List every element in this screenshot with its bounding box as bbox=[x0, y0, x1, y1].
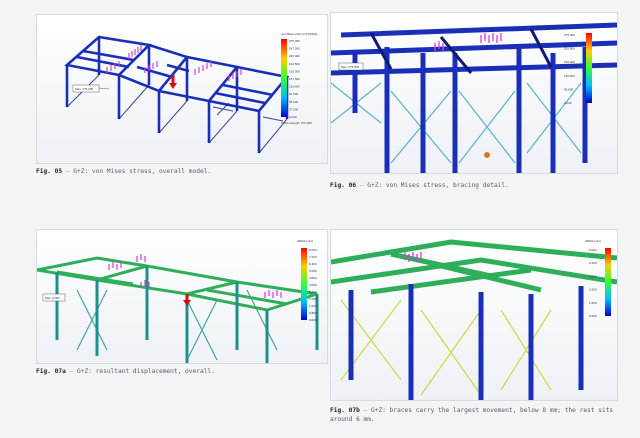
caption-text: G+Z: von Mises stress, bracing detail. bbox=[367, 182, 509, 189]
legend-tick-label: 6.400 bbox=[589, 261, 597, 265]
legend-tick-label: 3.200 bbox=[309, 290, 317, 294]
legend-tick-label: 0.000 bbox=[589, 314, 597, 318]
legend-tick-label: 4.800 bbox=[589, 274, 597, 278]
legend-tick-label: 55.000 bbox=[289, 100, 299, 104]
legend-tick-label: 110.000 bbox=[564, 74, 575, 78]
svg-text:Max: 275.000: Max: 275.000 bbox=[341, 65, 360, 69]
legend-tick-label: 165.000 bbox=[289, 69, 300, 73]
legend-tick-label: 55.000 bbox=[564, 87, 574, 91]
figure-05-image: Max: 275.000 von Mises (N/mm^2 (MPa)) 27… bbox=[36, 14, 328, 164]
svg-text:von Mises (N/mm^2 (MPa)): von Mises (N/mm^2 (MPa)) bbox=[531, 24, 567, 28]
probe-label: Max: 8.000 bbox=[42, 293, 66, 302]
legend-tick-label: 0.800 bbox=[309, 311, 317, 315]
figure-number: Fig. 06 bbox=[330, 182, 357, 189]
legend-tick-label: 7.200 bbox=[309, 255, 317, 259]
svg-text:Max: 275.000: Max: 275.000 bbox=[75, 87, 94, 91]
legend-tick-label: 4.000 bbox=[309, 283, 317, 287]
legend-tick-label: 5.600 bbox=[309, 269, 317, 273]
stress-plot-overall: Max: 275.000 von Mises (N/mm^2 (MPa)) 27… bbox=[37, 15, 327, 163]
legend-tick-label: 220.000 bbox=[564, 47, 575, 51]
legend-tick-label: 8.000 bbox=[589, 248, 597, 252]
legend-tick-label: 82.500 bbox=[289, 92, 299, 96]
legend-tick-label: 137.500 bbox=[289, 77, 300, 81]
figure-number: Fig. 07b bbox=[330, 407, 360, 414]
figure-07b-image: URES (mm) 8.000 6.400 4.800 3.200 1.600 0.000 bbox=[330, 229, 618, 401]
legend-tick-label: 1.600 bbox=[309, 304, 317, 308]
probe-label: Max: 275.000 bbox=[338, 62, 364, 71]
figure-07b-caption: Fig. 07b — G+Z: braces carry the largest… bbox=[330, 407, 614, 423]
legend-tick-label: 6.400 bbox=[309, 262, 317, 266]
legend-tick-label: 1.600 bbox=[589, 301, 597, 305]
legend-tick-label: 3.200 bbox=[589, 288, 597, 292]
legend-tick-label: 165.000 bbox=[564, 60, 575, 64]
legend-tick-label: 275.000 bbox=[564, 33, 575, 37]
svg-text:Max: 8.000: Max: 8.000 bbox=[45, 296, 60, 300]
legend-tick-label: 0.000 bbox=[564, 101, 572, 105]
figure-07a-image: Max: 8.000 URES (mm) 8.000 7.200 6.400 5.60… bbox=[36, 229, 328, 364]
caption-text: G+Z: von Mises stress, overall model. bbox=[73, 168, 212, 175]
figure-06-caption: Fig. 06 — G+Z: von Mises stress, bracing… bbox=[330, 182, 509, 189]
legend-tick-label: 27.500 bbox=[289, 107, 299, 111]
legend-tick-label: 0.000 bbox=[309, 318, 317, 322]
displacement-plot-overall: Max: 8.000 URES (mm) 8.000 7.200 6.400 5.60… bbox=[37, 230, 327, 363]
stress-plot-bracing: Max: 275.000 von Mises (N/mm^2 (MPa)) 27… bbox=[331, 13, 617, 173]
legend-tick-label: 247.500 bbox=[289, 47, 300, 51]
svg-text:URES (mm): URES (mm) bbox=[297, 239, 313, 243]
legend-tick-label: 275.000 bbox=[289, 39, 300, 43]
svg-text:von Mises (N/mm^2 (MPa)): von Mises (N/mm^2 (MPa)) bbox=[281, 32, 317, 36]
legend-tick-label: 0.000 bbox=[289, 115, 297, 119]
legend-tick-label: 220.000 bbox=[289, 54, 300, 58]
legend-tick-label: 192.500 bbox=[289, 62, 300, 66]
figure-number: Fig. 05 bbox=[36, 168, 63, 175]
caption-text: G+Z: braces carry the largest movement, … bbox=[330, 407, 614, 423]
figure-number: Fig. 07a bbox=[36, 368, 66, 375]
legend-tick-label: 2.400 bbox=[309, 297, 317, 301]
legend-tick-label: 110.000 bbox=[289, 85, 300, 89]
svg-text:URES (mm): URES (mm) bbox=[585, 239, 601, 243]
caption-text: G+Z: resultant displacement, overall. bbox=[77, 368, 215, 375]
legend-tick-label: 4.800 bbox=[309, 276, 317, 280]
figure-06-image: Max: 275.000 von Mises (N/mm^2 (MPa)) 27… bbox=[330, 12, 618, 174]
figure-05-caption: Fig. 05 — G+Z: von Mises stress, overall… bbox=[36, 168, 212, 175]
max-marker bbox=[484, 152, 490, 158]
displacement-plot-bracing: URES (mm) 8.000 6.400 4.800 3.200 1.600 0.000 bbox=[331, 230, 617, 400]
figure-07a-caption: Fig. 07a — G+Z: resultant displacement, … bbox=[36, 368, 215, 375]
svg-text:Yield strength: 275.000: Yield strength: 275.000 bbox=[281, 121, 312, 125]
legend-tick-label: 8.000 bbox=[309, 248, 317, 252]
